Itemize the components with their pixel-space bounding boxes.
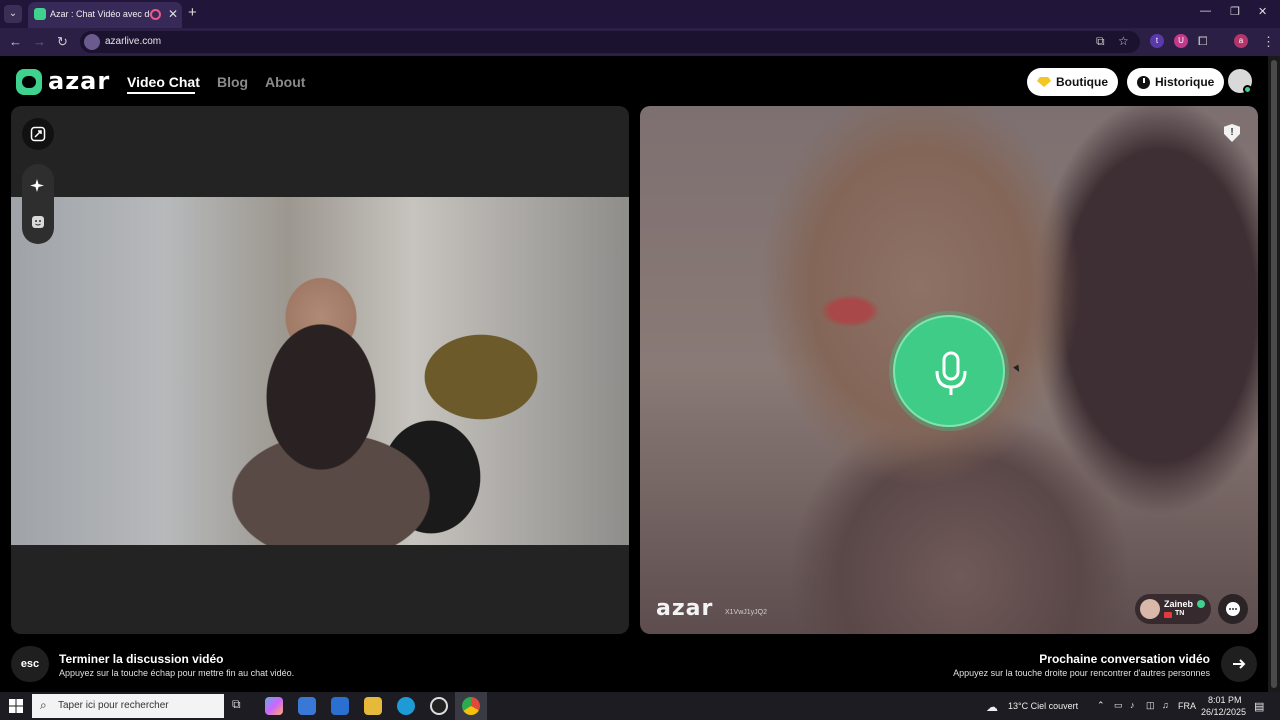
browser-tab[interactable]: Azar : Chat Vidéo avec de n ✕: [28, 2, 182, 28]
nav-about[interactable]: About: [265, 74, 305, 90]
chrome-icon[interactable]: [462, 697, 480, 715]
network-icon[interactable]: ▭: [1114, 700, 1123, 711]
end-chat-hint: Appuyez sur la touche échap pour mettre …: [59, 668, 295, 678]
remote-user-country: TN: [1175, 610, 1185, 617]
edge-icon[interactable]: [397, 697, 415, 715]
site-info-icon[interactable]: [84, 34, 100, 50]
remote-user-name: Zaineb: [1164, 599, 1194, 609]
face-filter-icon[interactable]: [22, 206, 54, 238]
task-view-icon[interactable]: ⧉: [232, 697, 250, 715]
search-placeholder: Taper ici pour rechercher: [58, 700, 169, 711]
logo-text: azar: [48, 67, 111, 95]
azar-logo[interactable]: azar: [16, 67, 109, 96]
extensions-puzzle-icon[interactable]: ⧠: [1198, 34, 1208, 49]
azar-logo-mark-icon: [16, 69, 42, 95]
chat-bubble-icon: [1226, 602, 1240, 616]
tab-list-button[interactable]: ⌄: [4, 5, 22, 23]
browser-menu-icon[interactable]: ⋮: [1262, 34, 1275, 50]
close-window-icon[interactable]: ✕: [1258, 5, 1267, 18]
self-camera-feed: [11, 197, 629, 545]
nav-blog[interactable]: Blog: [217, 74, 248, 90]
azar-watermark: azar: [656, 596, 714, 621]
store-icon[interactable]: [298, 697, 316, 715]
microphone-button[interactable]: [893, 315, 1005, 427]
next-chat-button[interactable]: [1221, 646, 1257, 682]
forward-arrow-icon[interactable]: →: [33, 34, 46, 49]
mic-tray-icon[interactable]: ♪: [1130, 700, 1135, 710]
back-arrow-icon[interactable]: ←: [9, 34, 22, 49]
tray-chevron-icon[interactable]: ⌃: [1097, 700, 1105, 711]
clock-time[interactable]: 8:01 PM: [1208, 695, 1242, 705]
boutique-label: Boutique: [1056, 75, 1108, 89]
next-chat-title: Prochaine conversation vidéo: [1039, 652, 1210, 666]
session-id: X1VwJ1yJQ2: [725, 609, 768, 616]
weather-text[interactable]: 13°C Ciel couvert: [1008, 701, 1078, 711]
nav-video-chat[interactable]: Video Chat: [127, 74, 200, 90]
tab-title: Azar : Chat Vidéo avec de n: [50, 9, 150, 19]
active-nav-underline: [127, 92, 195, 94]
mail-icon[interactable]: [331, 697, 349, 715]
expand-icon[interactable]: [22, 118, 54, 150]
historique-button[interactable]: Historique: [1127, 68, 1225, 96]
install-app-icon[interactable]: ⧉: [1096, 34, 1105, 49]
extension-shield-icon[interactable]: U: [1174, 34, 1188, 48]
notifications-icon[interactable]: ▤: [1254, 700, 1264, 713]
address-bar[interactable]: azarlive.com: [80, 31, 1140, 53]
weather-cloud-icon[interactable]: ☁: [986, 700, 998, 714]
camera-tray-icon[interactable]: ◫: [1146, 700, 1155, 711]
new-tab-button[interactable]: +: [188, 4, 197, 21]
history-clock-icon: [1137, 75, 1150, 89]
clock-date[interactable]: 26/12/2025: [1201, 707, 1246, 717]
report-shield-icon[interactable]: !: [1224, 124, 1240, 142]
gem-icon: [1037, 77, 1051, 87]
browser-tab-bar: ⌄ Azar : Chat Vidéo avec de n ✕ + — ❐ ✕: [0, 0, 1280, 28]
end-chat-title: Terminer la discussion vidéo: [59, 652, 224, 666]
browser-toolbar: ← → ↻ azarlive.com ⧉ ☆ t U ⧠ a ⋮: [0, 28, 1280, 56]
obs-icon[interactable]: [430, 697, 448, 715]
windows-start-icon[interactable]: [9, 699, 23, 713]
verified-badge-icon: [1197, 600, 1205, 608]
tunisia-flag-icon: [1164, 612, 1172, 618]
sparkle-effects-icon[interactable]: [22, 170, 54, 202]
copilot-icon[interactable]: [265, 697, 283, 715]
language-indicator[interactable]: FRA: [1178, 701, 1196, 711]
remote-video-panel: ! azar X1VwJ1yJQ2 Zaineb TN: [640, 106, 1258, 634]
reload-icon[interactable]: ↻: [57, 34, 68, 50]
taskbar-search[interactable]: ⌕ Taper ici pour rechercher: [32, 694, 224, 718]
boutique-button[interactable]: Boutique: [1027, 68, 1118, 96]
minimize-icon[interactable]: —: [1200, 5, 1211, 17]
volume-icon[interactable]: ♫: [1162, 700, 1169, 710]
scrollbar-thumb[interactable]: [1271, 60, 1277, 688]
self-video-panel: [11, 106, 629, 634]
esc-key-button[interactable]: esc: [11, 646, 49, 682]
restore-icon[interactable]: ❐: [1230, 5, 1240, 18]
profile-icon[interactable]: a: [1234, 34, 1248, 48]
historique-label: Historique: [1155, 75, 1215, 89]
next-chat-hint: Appuyez sur la touche droite pour rencon…: [953, 668, 1210, 678]
arrow-right-icon: [1233, 659, 1246, 669]
windows-taskbar: ⌕ Taper ici pour rechercher ⧉ ☁ 13°C Cie…: [0, 692, 1280, 720]
url-text: azarlive.com: [105, 36, 162, 47]
chat-bubble-button[interactable]: [1218, 594, 1248, 624]
remote-user-chip[interactable]: Zaineb TN: [1135, 594, 1211, 624]
azar-favicon-icon: [34, 8, 46, 20]
online-status-dot: [1243, 85, 1252, 94]
remote-user-avatar: [1140, 599, 1160, 619]
microphone-icon: [935, 351, 967, 395]
page-scrollbar[interactable]: [1268, 56, 1280, 692]
file-explorer-icon[interactable]: [364, 697, 382, 715]
extension-t-icon[interactable]: t: [1150, 34, 1164, 48]
azar-page: azar Video Chat Blog About Boutique Hist…: [0, 56, 1268, 692]
effects-toolbar: [22, 164, 54, 244]
bookmark-star-icon[interactable]: ☆: [1118, 34, 1129, 48]
search-icon: ⌕: [40, 698, 47, 712]
close-tab-icon[interactable]: ✕: [168, 7, 178, 21]
recording-indicator-icon: [150, 9, 161, 20]
